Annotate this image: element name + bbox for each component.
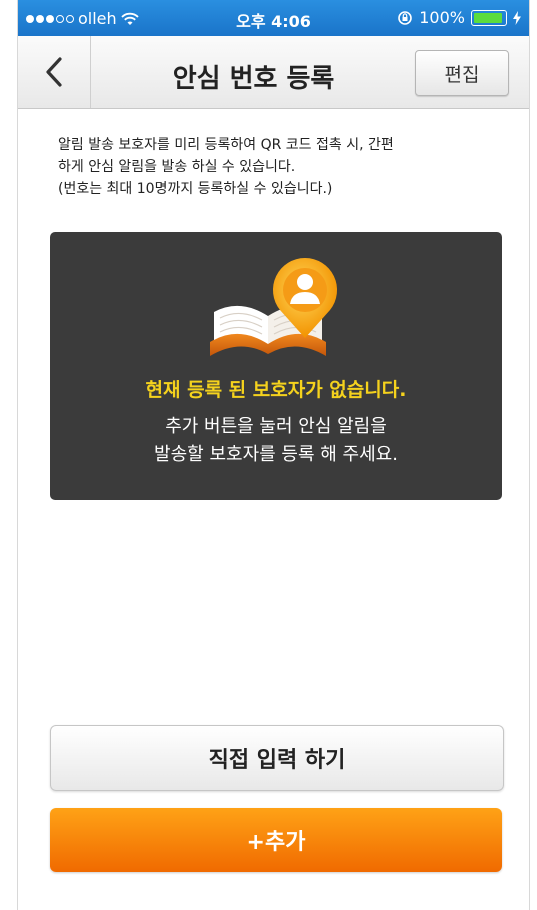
description: 알림 발송 보호자를 미리 등록하여 QR 코드 접촉 시, 간편 하게 안심 …	[58, 134, 508, 200]
empty-state-panel: 현재 등록 된 보호자가 없습니다. 추가 버튼을 눌러 안심 알림을 발송할 …	[50, 232, 502, 500]
direct-input-button[interactable]: 직접 입력 하기	[50, 725, 504, 791]
back-button[interactable]	[18, 36, 91, 108]
battery-percent: 100%	[419, 8, 465, 27]
empty-state-title: 현재 등록 된 보호자가 없습니다.	[145, 379, 407, 401]
empty-state-subtitle-line-2: 발송할 보호자를 등록 해 주세요.	[154, 444, 398, 465]
battery-icon	[471, 9, 507, 26]
navigation-bar: 안심 번호 등록 편집	[18, 36, 529, 109]
chevron-left-icon	[46, 57, 62, 87]
description-line-3: (번호는 최대 10명까지 등록하실 수 있습니다.)	[58, 181, 333, 197]
add-button[interactable]: +추가	[50, 808, 502, 872]
page-title: 안심 번호 등록	[172, 64, 335, 94]
open-book-person-pin-icon	[210, 258, 338, 356]
description-line-1: 알림 발송 보호자를 미리 등록하여 QR 코드 접촉 시, 간편	[58, 137, 394, 153]
status-bar: olleh 오후 4:06 100%	[18, 0, 529, 36]
rotation-lock-icon	[398, 10, 413, 25]
empty-state-subtitle-line-1: 추가 버튼을 눌러 안심 알림을	[165, 416, 387, 437]
edit-button[interactable]: 편집	[415, 50, 509, 96]
status-right: 100%	[397, 8, 521, 27]
description-line-2: 하게 안심 알림을 발송 하실 수 있습니다.	[58, 159, 296, 175]
app-frame: olleh 오후 4:06 100% 안심 번호 등록 편집 알림 발송 보호자…	[17, 0, 530, 910]
charging-bolt-icon	[513, 10, 521, 25]
